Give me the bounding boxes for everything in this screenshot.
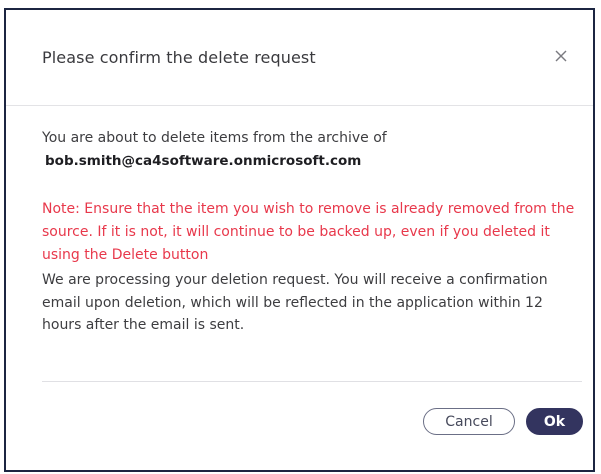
intro-text: You are about to delete items from the a… (42, 130, 387, 146)
dialog-body: You are about to delete items from the a… (42, 127, 584, 337)
footer-divider (42, 381, 582, 382)
processing-text: We are processing your deletion request.… (42, 272, 548, 333)
close-icon[interactable] (551, 46, 571, 66)
archive-email: bob.smith@ca4software.onmicrosoft.com (45, 153, 362, 169)
close-icon-graphic (555, 50, 567, 62)
confirm-delete-dialog: Please confirm the delete request You ar… (4, 8, 595, 472)
dialog-header: Please confirm the delete request (6, 10, 593, 106)
dialog-title: Please confirm the delete request (42, 48, 316, 67)
warning-note: Note: Ensure that the item you wish to r… (42, 201, 575, 263)
ok-button[interactable]: Ok (526, 408, 583, 435)
cancel-button[interactable]: Cancel (423, 408, 515, 435)
